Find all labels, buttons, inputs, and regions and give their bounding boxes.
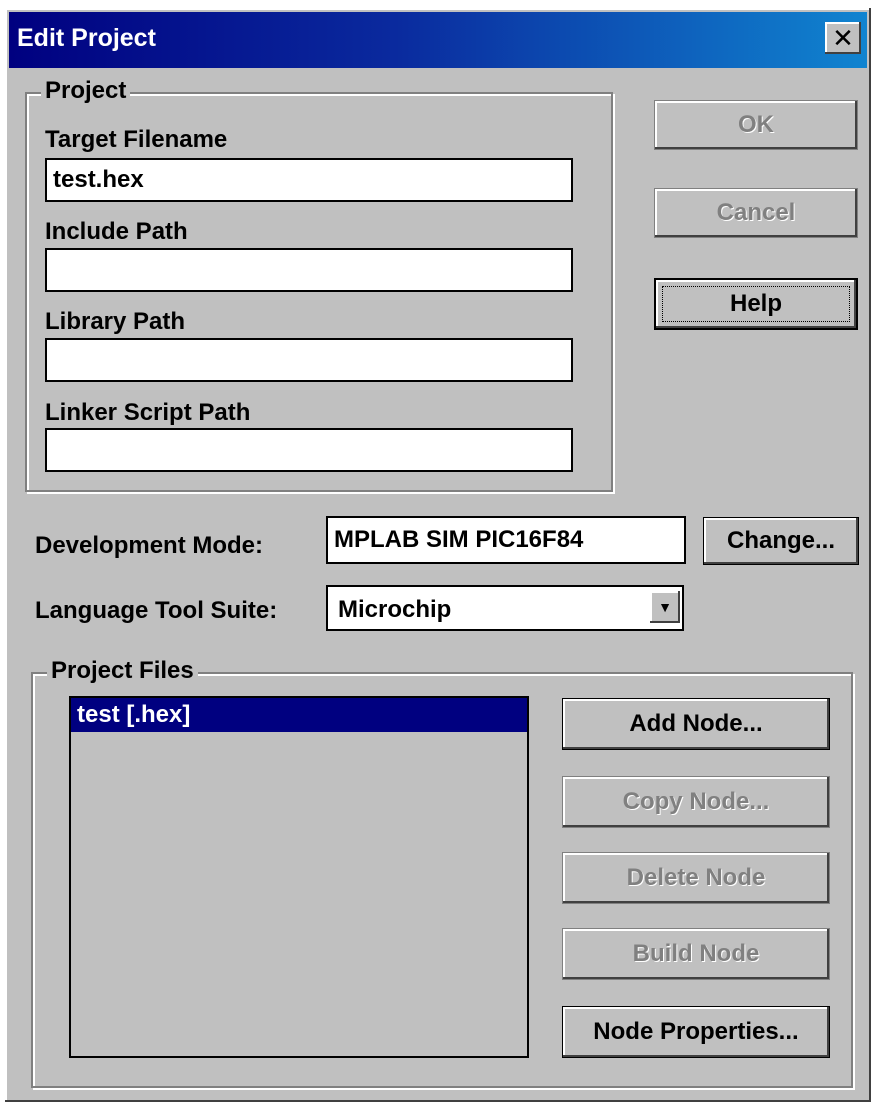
- project-group-label: Project: [41, 77, 131, 105]
- library-path-input[interactable]: [45, 338, 573, 382]
- include-path-label: Include Path: [45, 218, 188, 245]
- close-icon: ✕: [832, 23, 854, 53]
- dropdown-arrow-button[interactable]: ▼: [650, 591, 680, 623]
- linker-script-path-input[interactable]: [45, 428, 573, 472]
- language-tool-suite-dropdown[interactable]: Microchip ▼: [326, 585, 684, 631]
- window-title: Edit Project: [17, 24, 156, 52]
- development-mode-label: Development Mode:: [35, 532, 264, 559]
- copy-node-button[interactable]: Copy Node...: [562, 776, 830, 828]
- delete-node-button[interactable]: Delete Node: [562, 852, 830, 904]
- edit-project-dialog: Edit Project ✕ Project Target Filename t…: [5, 8, 871, 1102]
- linker-script-path-label: Linker Script Path: [45, 399, 251, 426]
- help-button[interactable]: Help: [654, 278, 858, 330]
- chevron-down-icon: ▼: [658, 599, 672, 615]
- build-node-button[interactable]: Build Node: [562, 928, 830, 980]
- project-files-group-label: Project Files: [47, 657, 198, 685]
- project-files-list[interactable]: test [.hex]: [69, 696, 529, 1058]
- add-node-button[interactable]: Add Node...: [562, 698, 830, 750]
- language-tool-suite-label: Language Tool Suite:: [35, 597, 278, 624]
- cancel-button[interactable]: Cancel: [654, 188, 858, 238]
- node-properties-button[interactable]: Node Properties...: [562, 1006, 830, 1058]
- target-filename-label: Target Filename: [45, 126, 228, 153]
- library-path-label: Library Path: [45, 308, 186, 335]
- language-tool-suite-value: Microchip: [338, 596, 452, 623]
- include-path-input[interactable]: [45, 248, 573, 292]
- development-mode-field: MPLAB SIM PIC16F84: [326, 516, 686, 564]
- target-filename-input[interactable]: test.hex: [45, 158, 573, 202]
- list-item[interactable]: test [.hex]: [71, 698, 527, 732]
- title-bar[interactable]: Edit Project ✕: [9, 12, 867, 68]
- close-button[interactable]: ✕: [825, 22, 861, 54]
- ok-button[interactable]: OK: [654, 100, 858, 150]
- change-button[interactable]: Change...: [703, 517, 859, 565]
- focus-rectangle: [662, 286, 850, 322]
